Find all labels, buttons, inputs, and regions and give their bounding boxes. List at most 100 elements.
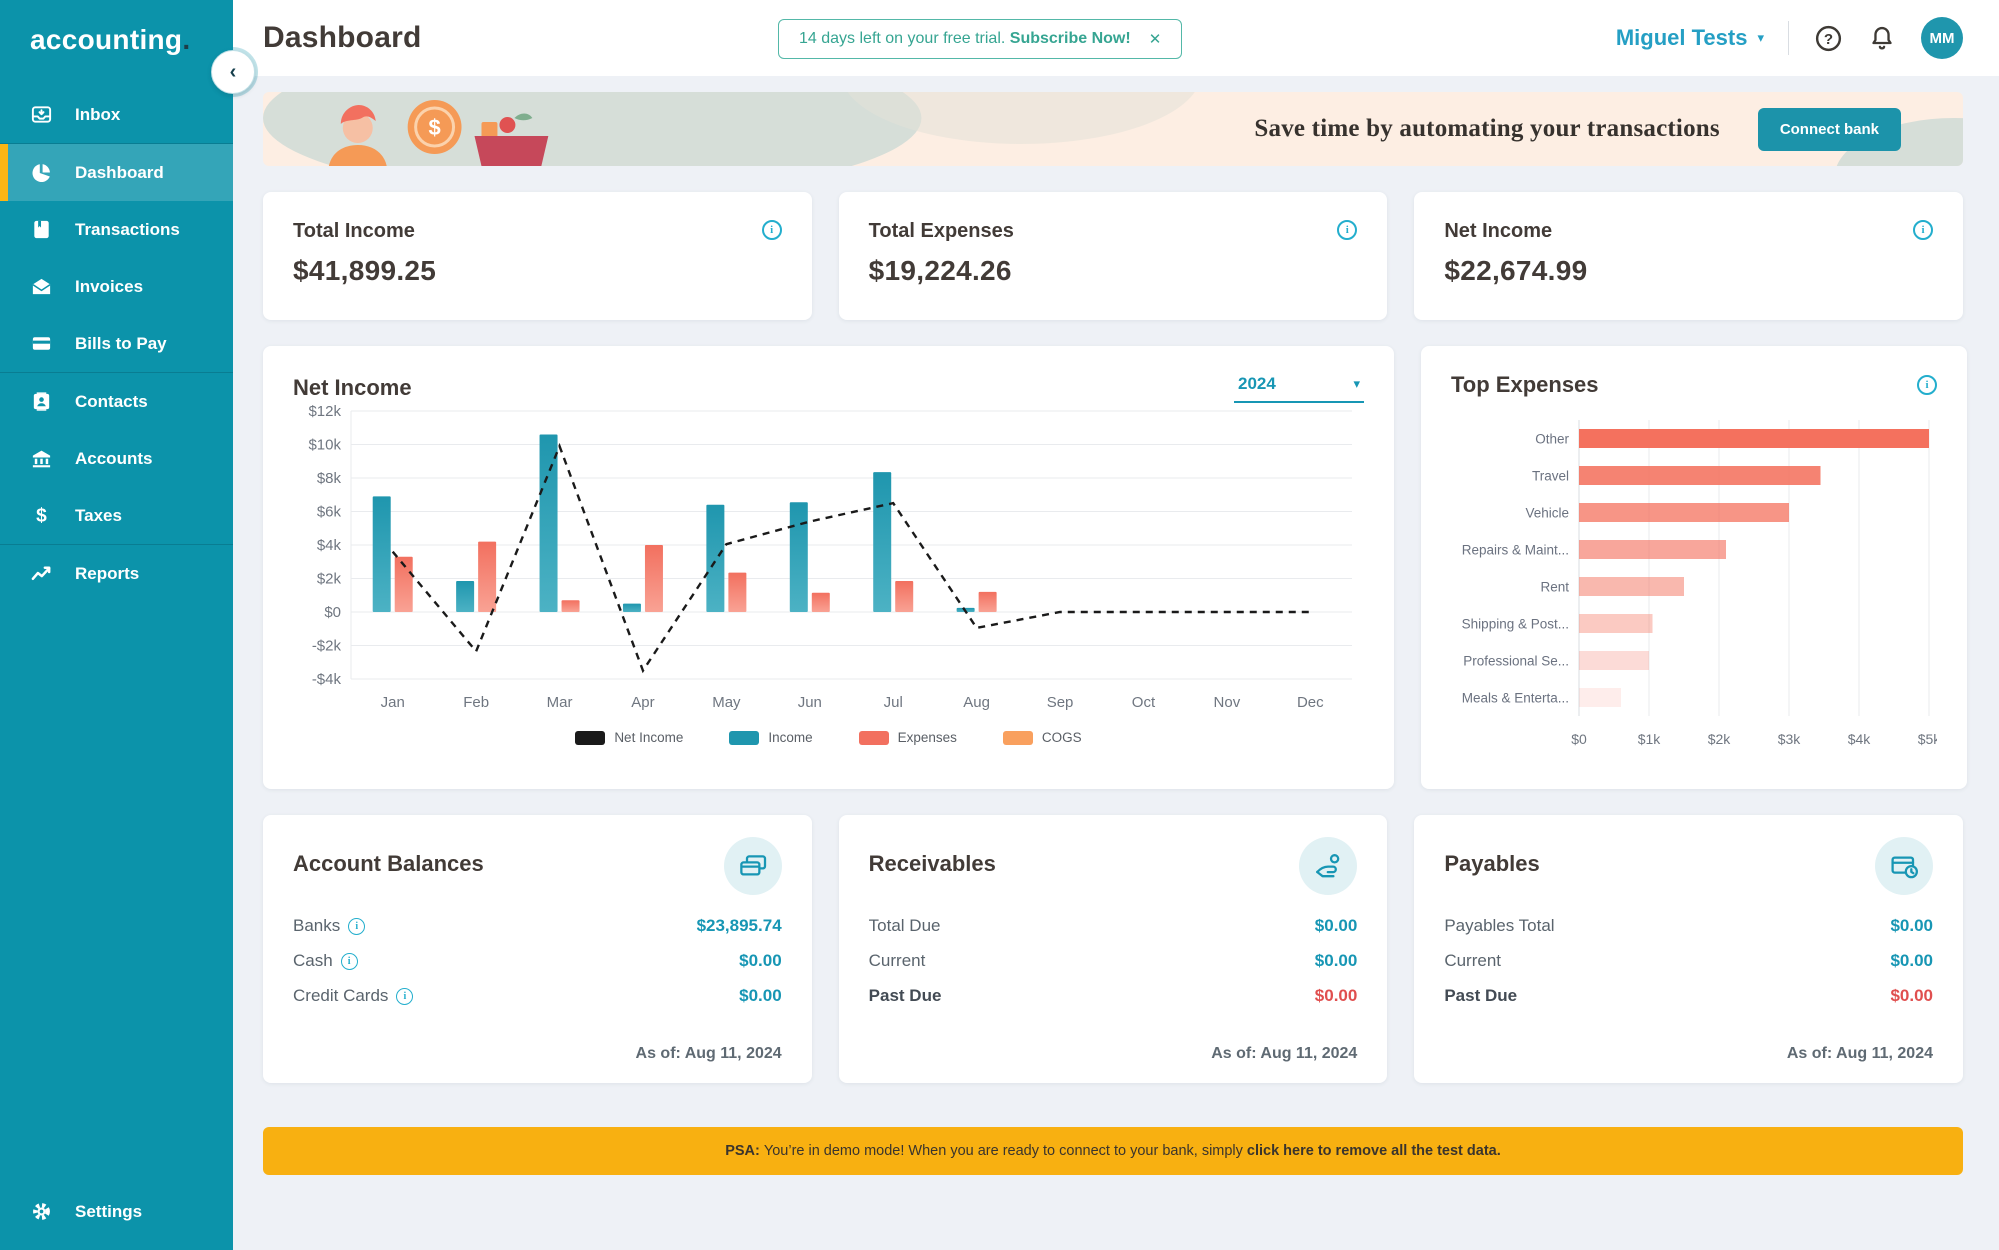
sidebar-item-transactions[interactable]: Transactions [0,201,233,258]
info-icon[interactable]: i [348,918,365,935]
credit-cards-icon [724,837,782,895]
svg-text:Sep: Sep [1047,694,1074,711]
net-income-chart: -$4k-$2k$0$2k$4k$6k$8k$10k$12kJanFebMarA… [293,403,1364,715]
sidebar-item-reports[interactable]: Reports [0,545,233,602]
svg-text:Meals & Enterta...: Meals & Enterta... [1462,691,1569,706]
kpi-value: $41,899.25 [293,255,782,287]
promo-message: Save time by automating your transaction… [1254,115,1719,143]
reports-icon [29,562,53,586]
divider [1788,21,1789,55]
inbox-icon [29,103,53,127]
info-icon[interactable]: i [1337,220,1357,240]
net-income-kpi-card: Net Income i $22,674.99 [1414,192,1963,320]
svg-text:$8k: $8k [317,470,342,487]
svg-text:$2k: $2k [1708,731,1732,747]
trial-text: 14 days left on your free trial. Subscri… [799,30,1131,48]
svg-text:$3k: $3k [1778,731,1802,747]
legend-item: Income [729,730,812,745]
card-title: Account Balances [293,851,484,877]
balance-value: $0.00 [1315,986,1358,1006]
subscribe-link[interactable]: Subscribe Now! [1010,30,1131,47]
remove-test-data-link[interactable]: click here to remove all the test data. [1247,1143,1501,1159]
as-of-date: As of: Aug 11, 2024 [869,1045,1358,1063]
payables-card: Payables Payables Total $0.00 Current $0… [1414,815,1963,1083]
info-icon[interactable]: i [341,953,358,970]
legend-swatch [859,731,889,745]
balance-row: Banksi $23,895.74 [293,916,782,936]
svg-text:Apr: Apr [631,694,654,711]
legend-swatch [1003,731,1033,745]
balance-value: $0.00 [1315,951,1358,971]
svg-text:$10k: $10k [308,437,341,454]
svg-text:-$2k: -$2k [312,638,342,655]
info-icon[interactable]: i [762,220,782,240]
balance-value: $23,895.74 [697,916,782,936]
top-bar: Dashboard 14 days left on your free tria… [233,0,1999,76]
balance-value: $0.00 [739,986,782,1006]
help-icon[interactable]: ? [1813,23,1843,53]
sidebar-item-taxes[interactable]: $ Taxes [0,487,233,544]
svg-text:Travel: Travel [1532,469,1569,484]
balance-value: $0.00 [1890,916,1933,936]
sidebar-item-invoices[interactable]: Invoices [0,258,233,315]
as-of-date: As of: Aug 11, 2024 [1444,1045,1933,1063]
info-icon[interactable]: i [396,988,413,1005]
svg-text:$0: $0 [1571,731,1587,747]
top-right-controls: Miguel Tests ▾ ? MM [1616,17,1963,59]
bell-icon[interactable] [1867,23,1897,53]
close-icon[interactable]: ✕ [1145,28,1166,50]
sidebar-item-inbox[interactable]: Inbox [0,86,233,143]
user-name: Miguel Tests [1616,25,1748,51]
info-icon[interactable]: i [1917,375,1937,395]
main-area: Dashboard 14 days left on your free tria… [233,0,1999,1250]
avatar[interactable]: MM [1921,17,1963,59]
svg-text:$0: $0 [324,604,341,621]
dashboard-icon [29,161,53,185]
kpi-label: Total Expenses [869,220,1014,243]
sidebar-collapse-button[interactable]: ‹ [211,50,255,94]
sidebar-nav: Inbox Dashboard Transactions Invoices [0,86,233,1183]
as-of-date: As of: Aug 11, 2024 [293,1045,782,1063]
svg-text:Repairs & Maint...: Repairs & Maint... [1462,543,1569,558]
kpi-label: Total Income [293,220,415,243]
sidebar-item-dashboard[interactable]: Dashboard [0,144,233,201]
sidebar-item-settings[interactable]: Settings [0,1183,233,1240]
user-menu[interactable]: Miguel Tests ▾ [1616,25,1764,51]
taxes-icon: $ [29,504,53,528]
svg-text:May: May [712,694,741,711]
sidebar-item-contacts[interactable]: Contacts [0,373,233,430]
total-income-card: Total Income i $41,899.25 [263,192,812,320]
invoices-icon [29,275,53,299]
connect-bank-button[interactable]: Connect bank [1758,108,1901,151]
year-select[interactable]: 2024 ▾ [1234,372,1364,403]
svg-text:Nov: Nov [1214,694,1241,711]
card-title: Payables [1444,851,1539,877]
svg-text:$12k: $12k [308,403,341,420]
trial-banner: 14 days left on your free trial. Subscri… [778,19,1182,59]
sidebar-item-bills[interactable]: Bills to Pay [0,315,233,372]
top-expenses-chart: $0$1k$2k$3k$4k$5kOtherTravelVehicleRepai… [1451,412,1937,752]
bills-icon [29,332,53,356]
legend-swatch [729,731,759,745]
kpi-label: Net Income [1444,220,1552,243]
chart-legend: Net IncomeIncomeExpensesCOGS [293,730,1364,745]
svg-text:$: $ [36,506,47,527]
svg-text:Mar: Mar [547,694,573,711]
card-title: Receivables [869,851,996,877]
balance-value: $0.00 [1890,951,1933,971]
svg-text:Rent: Rent [1540,580,1569,595]
chart-title: Top Expenses [1451,372,1599,398]
sidebar-item-accounts[interactable]: Accounts [0,430,233,487]
svg-text:$4k: $4k [1848,731,1872,747]
svg-text:Professional Se...: Professional Se... [1463,654,1569,669]
top-expenses-card: Top Expenses i $0$1k$2k$3k$4k$5kOtherTra… [1421,346,1967,789]
page-title: Dashboard [263,21,422,55]
kpi-value: $22,674.99 [1444,255,1933,287]
legend-swatch [575,731,605,745]
svg-text:-$4k: -$4k [312,671,342,688]
info-icon[interactable]: i [1913,220,1933,240]
svg-text:Oct: Oct [1132,694,1156,711]
dashboard-content: $ Save time by automating your transacti… [233,76,1999,1175]
chart-title: Net Income [293,375,412,401]
balance-value: $0.00 [739,951,782,971]
